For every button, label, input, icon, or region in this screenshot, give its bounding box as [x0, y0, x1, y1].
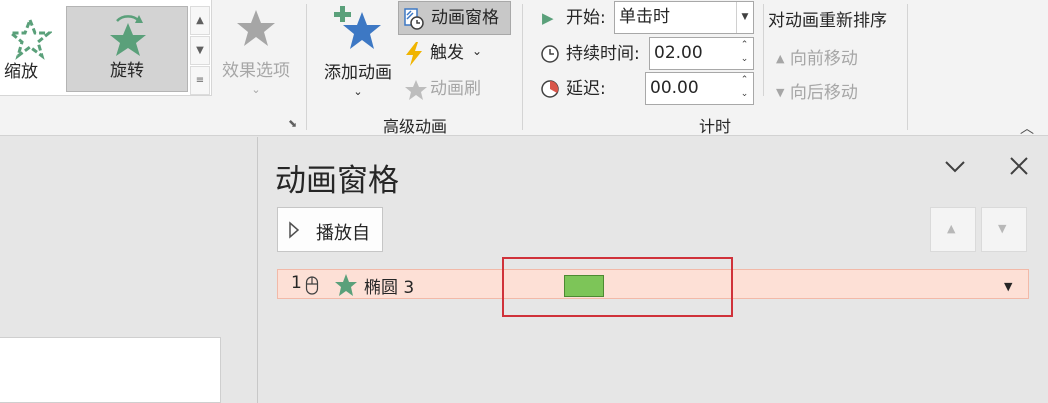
start-label: 开始:	[566, 8, 606, 28]
duration-value: 02.00	[654, 43, 703, 63]
start-label-row: ▶ 开始:	[542, 2, 612, 34]
duration-label-row: 持续时间:	[540, 38, 650, 70]
pane-title: 动画窗格	[275, 163, 399, 199]
clock-icon	[541, 45, 559, 63]
gallery-scrollbar: ▲ ▼ ≡	[190, 6, 211, 95]
move-earlier-label: 向前移动	[789, 49, 858, 69]
triangle-down-icon: ▼	[776, 86, 785, 99]
trigger-button[interactable]: 触发 ⌄	[404, 38, 494, 68]
dropdown-arrow-icon[interactable]: ▼	[1004, 280, 1012, 293]
slide-canvas[interactable]	[0, 337, 221, 403]
group-separator	[306, 4, 307, 130]
collapse-ribbon-icon[interactable]: ︿	[1020, 118, 1034, 138]
delay-clock-icon	[541, 80, 559, 98]
duration-spinner[interactable]: ⌃ ⌄	[736, 38, 753, 69]
effect-options-label: 效果选项	[222, 61, 290, 81]
animation-index: 1	[291, 273, 302, 293]
star-icon	[237, 10, 275, 46]
animation-pane-button[interactable]: 动画窗格	[398, 1, 511, 35]
painter-star-icon	[405, 80, 427, 100]
delay-spinner[interactable]: ⌃ ⌄	[736, 73, 753, 104]
animation-pane-label: 动画窗格	[431, 8, 499, 28]
play-triangle-icon: ▶	[542, 9, 554, 27]
start-dropdown[interactable]: 单击时 ▼	[614, 1, 754, 34]
chevron-down-icon: ⌄	[472, 44, 483, 58]
move-later-label: 向后移动	[789, 83, 858, 103]
add-animation-label: 添加动画	[324, 63, 392, 83]
animation-painter-label: 动画刷	[430, 79, 481, 99]
add-animation-button[interactable]: 添加动画 ⌄	[318, 4, 398, 100]
timing-group-label: 计时	[698, 117, 731, 136]
duration-input[interactable]: 02.00 ⌃ ⌄	[649, 37, 754, 70]
delay-input[interactable]: 00.00 ⌃ ⌄	[645, 72, 754, 105]
group-separator	[522, 4, 523, 130]
delay-label: 延迟:	[566, 79, 606, 99]
delay-value: 00.00	[650, 78, 699, 98]
animation-target-name: 椭圆 3	[364, 278, 415, 298]
animation-ribbon: 缩放 旋转 ▲ ▼ ≡ 效果选项 ⌄ ⬊ 添加动画 ⌄ 动画窗格 触发 ⌄ 动画…	[0, 0, 1048, 138]
gallery-item-label: 缩放	[4, 62, 38, 82]
play-from-label: 播放自	[316, 223, 370, 244]
animation-pane-icon	[404, 8, 424, 30]
advanced-animation-group-label: 高级动画	[382, 117, 447, 136]
slide-editing-area	[0, 137, 258, 403]
zoom-star-icon	[8, 16, 52, 60]
duration-label: 持续时间:	[566, 44, 640, 64]
delay-label-row: 延迟:	[540, 73, 640, 105]
gallery-scroll-down-button[interactable]: ▼	[190, 36, 210, 65]
group-separator	[907, 4, 908, 130]
lightning-icon	[406, 42, 422, 66]
triangle-down-icon: ▼	[998, 222, 1007, 235]
close-icon[interactable]	[1007, 153, 1031, 179]
dropdown-arrow-icon[interactable]: ▼	[736, 2, 753, 33]
effect-options-button[interactable]: 效果选项 ⌄	[216, 6, 296, 98]
gallery-more-button[interactable]: ≡	[190, 66, 210, 95]
triangle-up-icon: ▲	[947, 222, 956, 235]
add-star-icon	[334, 6, 381, 49]
move-earlier-button[interactable]: ▲ 向前移动	[776, 44, 858, 69]
pane-options-chevron-icon[interactable]	[943, 153, 967, 179]
reorder-title: 对动画重新排序	[768, 11, 887, 31]
gallery-item-label: 旋转	[110, 61, 144, 81]
dialog-launcher-icon[interactable]: ⬊	[288, 117, 297, 130]
start-dropdown-value: 单击时	[619, 7, 670, 27]
triangle-up-icon: ▲	[776, 52, 785, 65]
rotate-star-icon	[110, 15, 146, 56]
highlight-box	[502, 257, 733, 317]
trigger-label: 触发	[430, 43, 464, 63]
gallery-item-rotate[interactable]: 旋转	[66, 6, 188, 92]
emphasis-star-icon	[335, 274, 357, 296]
animation-gallery: 缩放 旋转 ▲ ▼ ≡	[0, 0, 212, 96]
play-outline-icon	[289, 221, 300, 239]
chevron-down-icon: ⌄	[251, 83, 261, 96]
mouse-click-icon	[305, 276, 319, 295]
pane-move-down-button[interactable]: ▼	[981, 207, 1027, 252]
group-separator	[763, 4, 764, 96]
play-from-button[interactable]: 播放自	[277, 207, 383, 252]
gallery-scroll-up-button[interactable]: ▲	[190, 6, 210, 35]
chevron-down-icon: ⌄	[353, 85, 363, 98]
pane-move-up-button[interactable]: ▲	[930, 207, 976, 252]
gallery-item-zoom[interactable]: 缩放	[0, 6, 62, 92]
move-later-button[interactable]: ▼ 向后移动	[776, 78, 858, 103]
animation-painter-button[interactable]: 动画刷	[404, 74, 504, 104]
